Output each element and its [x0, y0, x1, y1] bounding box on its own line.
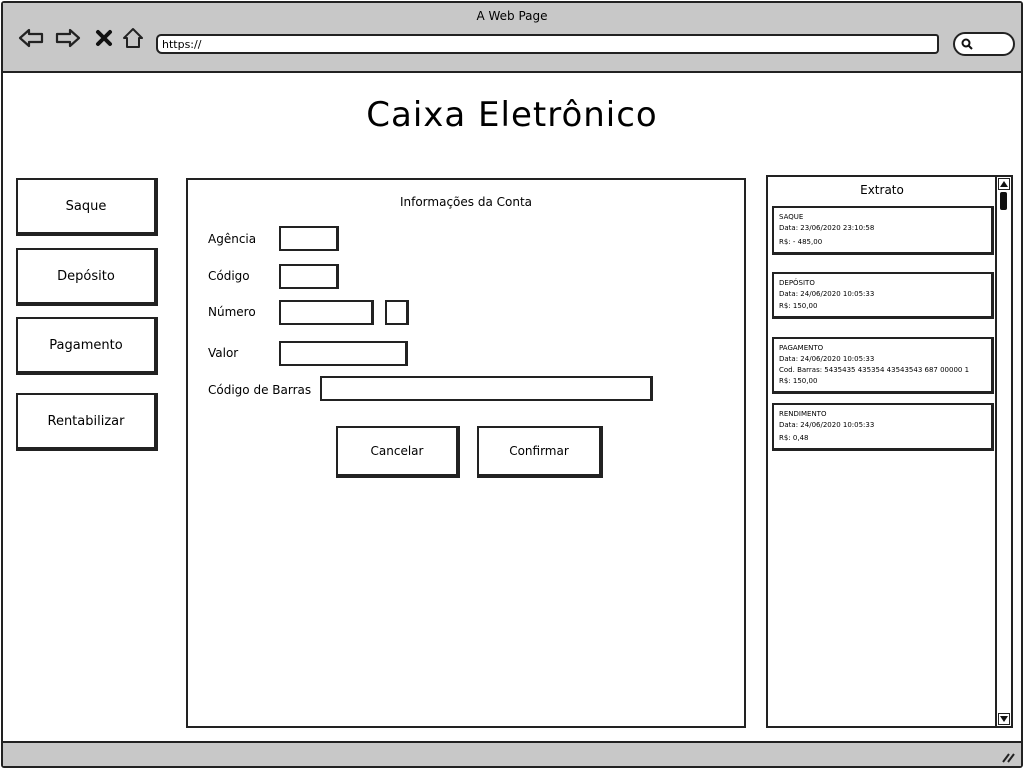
numero-input[interactable] — [279, 300, 374, 325]
codigo-input[interactable] — [279, 264, 339, 289]
transaction-card[interactable]: RENDIMENTO Data: 24/06/2020 10:05:33 R$:… — [772, 403, 994, 451]
agencia-label: Agência — [208, 232, 257, 246]
extrato-scrollbar[interactable] — [995, 177, 1011, 726]
extrato-panel: Extrato SAQUE Data: 23/06/2020 23:10:58 … — [766, 175, 1013, 728]
transaction-value: R$: 150,00 — [779, 302, 818, 310]
browser-toolbar: A Web Page https:// — [3, 3, 1021, 73]
transaction-type: RENDIMENTO — [779, 410, 827, 418]
codigo-barras-input[interactable] — [320, 376, 653, 401]
agencia-input[interactable] — [279, 226, 339, 251]
transaction-type: SAQUE — [779, 213, 804, 221]
status-bar — [3, 741, 1021, 766]
account-info-panel: Informações da Conta Agência Código Núme… — [186, 178, 746, 728]
search-icon — [961, 38, 973, 50]
url-bar[interactable]: https:// — [156, 34, 939, 54]
transaction-type: DEPÓSITO — [779, 279, 815, 287]
transaction-card[interactable]: DEPÓSITO Data: 24/06/2020 10:05:33 R$: 1… — [772, 272, 994, 319]
saque-button[interactable]: Saque — [16, 178, 158, 236]
transaction-type: PAGAMENTO — [779, 344, 824, 352]
close-icon[interactable] — [90, 25, 118, 51]
panel-title: Informações da Conta — [399, 195, 533, 209]
scroll-down-icon[interactable] — [998, 713, 1010, 725]
numero-label: Número — [208, 305, 256, 319]
window-title: A Web Page — [476, 9, 548, 23]
codigo-barras-label: Código de Barras — [208, 383, 312, 397]
confirm-button[interactable]: Confirmar — [477, 426, 603, 478]
resize-grip-icon[interactable] — [1001, 751, 1015, 763]
transaction-value: R$: - 485,00 — [779, 238, 823, 246]
pagamento-button[interactable]: Pagamento — [16, 317, 158, 375]
numero-digit-input[interactable] — [385, 300, 409, 325]
valor-label: Valor — [208, 346, 239, 360]
scroll-thumb[interactable] — [1000, 192, 1007, 210]
back-arrow-icon[interactable] — [17, 25, 45, 51]
scroll-up-icon[interactable] — [998, 178, 1010, 190]
codigo-label: Código — [208, 269, 250, 283]
transaction-date: Data: 23/06/2020 23:10:58 — [779, 224, 875, 232]
search-box[interactable] — [953, 32, 1015, 56]
transaction-date: Data: 24/06/2020 10:05:33 — [779, 355, 875, 363]
deposito-button[interactable]: Depósito — [16, 248, 158, 306]
cancel-button[interactable]: Cancelar — [336, 426, 460, 478]
valor-input[interactable] — [279, 341, 408, 366]
extrato-title: Extrato — [860, 183, 904, 197]
transaction-barcode: Cod. Barras: 5435435 435354 43543543 687… — [779, 366, 970, 374]
rentabilizar-button[interactable]: Rentabilizar — [16, 393, 158, 451]
transaction-value: R$: 0,48 — [779, 434, 809, 442]
transaction-card[interactable]: PAGAMENTO Data: 24/06/2020 10:05:33 Cod.… — [772, 337, 994, 394]
transaction-card[interactable]: SAQUE Data: 23/06/2020 23:10:58 R$: - 48… — [772, 206, 994, 255]
transaction-date: Data: 24/06/2020 10:05:33 — [779, 421, 875, 429]
forward-arrow-icon[interactable] — [54, 25, 82, 51]
transaction-value: R$: 150,00 — [779, 377, 818, 385]
home-icon[interactable] — [119, 25, 147, 51]
browser-window: A Web Page https:// Caixa Eletrônico Saq… — [1, 1, 1023, 768]
page-title: Caixa Eletrônico — [366, 95, 658, 135]
transaction-date: Data: 24/06/2020 10:05:33 — [779, 290, 875, 298]
